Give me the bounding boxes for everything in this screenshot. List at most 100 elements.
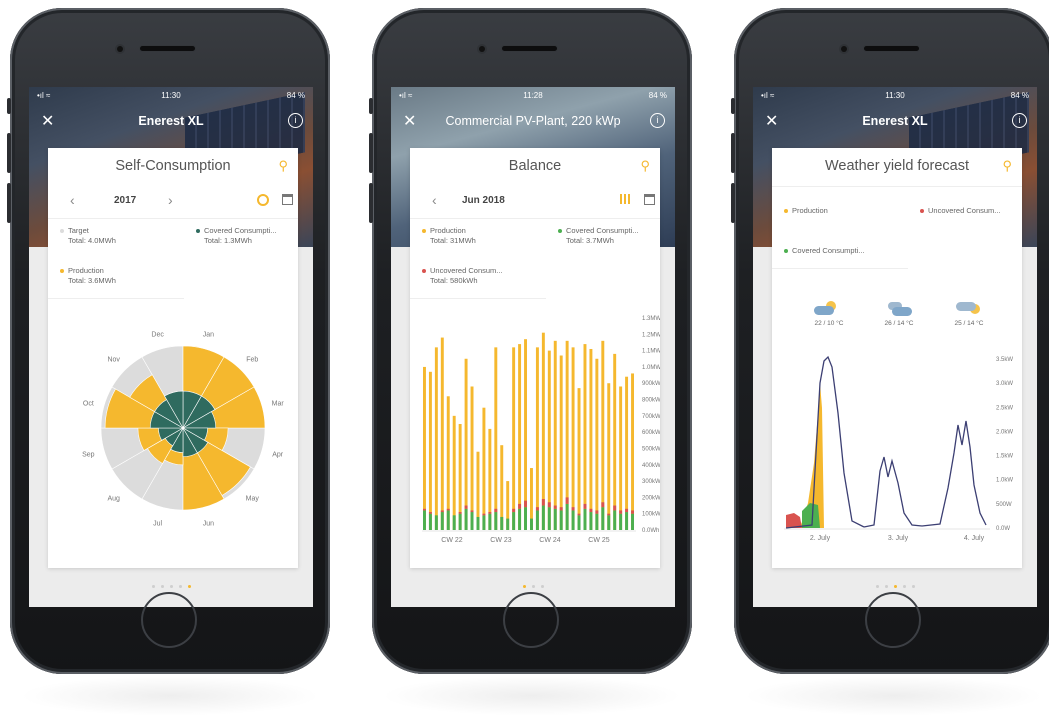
page-dot[interactable] — [902, 585, 906, 588]
covered-bar — [446, 510, 450, 530]
uncovered-bar — [577, 513, 581, 516]
covered-bar — [464, 508, 468, 530]
legend-dot — [558, 229, 562, 234]
period-selector: ‹ Jun 2018 — [410, 192, 660, 212]
uncovered-bar — [571, 507, 575, 511]
pin-icon[interactable]: ⚲ — [278, 158, 288, 174]
pie-chart-toggle-icon[interactable] — [257, 194, 269, 206]
month-label: Oct — [83, 401, 94, 408]
legend-label: Covered Consumpti... — [204, 226, 277, 235]
page-dot[interactable] — [531, 585, 535, 588]
info-icon[interactable]: i — [1012, 113, 1027, 128]
uncovered-bar — [535, 507, 539, 511]
page-dot[interactable] — [540, 585, 544, 588]
production-bar — [464, 358, 468, 530]
y-tick-label: 200kWh — [642, 495, 660, 501]
temperature: 25 / 14 °C — [954, 320, 984, 327]
production-bar — [583, 344, 587, 530]
legend-total: Total: 4.0MWh — [68, 236, 116, 245]
legend-covered: Covered Consumpti... Total: 1.3MWh — [196, 226, 277, 246]
prev-period-button[interactable]: ‹ — [432, 192, 437, 208]
uncovered-bar — [583, 503, 587, 509]
covered-bar — [440, 512, 444, 530]
prev-year-button[interactable]: ‹ — [70, 192, 75, 208]
page-dot[interactable] — [911, 585, 915, 588]
camera — [479, 46, 485, 52]
table-view-icon[interactable] — [644, 194, 655, 205]
production-bar — [440, 337, 444, 530]
y-tick-label: 1.0MWh — [642, 365, 660, 371]
legend-production: Production — [784, 206, 828, 216]
page-dot[interactable] — [178, 585, 182, 588]
weather-day-1: 22 / 10 °C — [804, 300, 854, 327]
month-label: May — [246, 495, 260, 502]
covered-bar — [452, 515, 456, 530]
legend-label: Production — [430, 226, 466, 235]
next-year-button[interactable]: › — [168, 192, 173, 208]
page-dot[interactable] — [151, 585, 155, 588]
production-bar — [428, 371, 432, 530]
screen: •ıl ≈ 11:30 84 % ✕ Enerest XL i Weather … — [753, 87, 1037, 607]
covered-bar — [518, 508, 522, 530]
production-bar — [631, 373, 634, 530]
page-dot[interactable] — [169, 585, 173, 588]
legend-label: Target — [68, 226, 89, 235]
production-bar — [423, 366, 426, 530]
page-dot[interactable] — [875, 585, 879, 588]
x-tick-label: 4. July — [964, 535, 985, 542]
uncovered-bar — [565, 497, 569, 504]
cloudy-icon — [874, 300, 924, 318]
bar-chart-toggle-icon[interactable] — [620, 194, 630, 204]
page-dot-active[interactable] — [893, 585, 897, 588]
legend-covered: Covered Consumpti... — [784, 246, 865, 256]
covered-bar — [482, 515, 486, 530]
info-icon[interactable]: i — [288, 113, 303, 128]
production-bar — [518, 344, 522, 530]
legend-label: Covered Consumpti... — [566, 226, 639, 235]
uncovered-bar — [619, 510, 623, 514]
production-bar — [559, 355, 563, 530]
period-label: Jun 2018 — [462, 195, 505, 206]
page-dot[interactable] — [160, 585, 164, 588]
covered-bar — [423, 510, 426, 530]
y-tick-label: 0.0W — [996, 526, 1010, 532]
home-button[interactable] — [865, 592, 921, 648]
battery-indicator: 84 % — [286, 91, 305, 100]
page-dot-active[interactable] — [522, 585, 526, 588]
home-button[interactable] — [141, 592, 197, 648]
weather-day-2: 26 / 14 °C — [874, 300, 924, 327]
uncovered-bar — [458, 512, 462, 514]
y-tick-label: 3.0kW — [996, 381, 1013, 387]
x-tick-label: CW 22 — [441, 537, 463, 544]
covered-bar — [541, 505, 545, 530]
production-bar — [577, 388, 581, 530]
forecast-line-day-3 — [921, 420, 987, 527]
covered-bar — [524, 507, 527, 530]
table-view-icon[interactable] — [282, 194, 293, 205]
production-bar — [607, 383, 611, 530]
uncovered-bar — [464, 505, 468, 509]
clock: 11:30 — [885, 91, 905, 100]
uncovered-bar — [541, 499, 545, 506]
y-tick-label: 500W — [996, 502, 1012, 508]
forecast-line-day-2 — [863, 456, 923, 528]
y-tick-label: 1.0kW — [996, 478, 1013, 484]
legend-production: Production Total: 31MWh — [422, 226, 476, 246]
page-dot[interactable] — [884, 585, 888, 588]
page-dot-active[interactable] — [187, 585, 191, 588]
nav-title: Enerest XL — [138, 114, 204, 128]
page-indicator — [391, 581, 675, 590]
uncovered-bar — [613, 505, 617, 511]
screen: •ıl ≈ 11:30 84 % ✕ Enerest XL i Self-Con… — [29, 87, 313, 607]
info-icon[interactable]: i — [650, 113, 665, 128]
pin-icon[interactable]: ⚲ — [640, 158, 650, 174]
month-label: Jan — [203, 331, 214, 338]
legend-dot — [784, 249, 788, 254]
page-indicator — [29, 581, 313, 590]
production-bar — [601, 340, 605, 530]
pin-icon[interactable]: ⚲ — [1002, 158, 1012, 174]
uncovered-bar — [607, 513, 611, 516]
covered-bar — [458, 513, 462, 530]
covered-bar — [607, 515, 611, 530]
home-button[interactable] — [503, 592, 559, 648]
